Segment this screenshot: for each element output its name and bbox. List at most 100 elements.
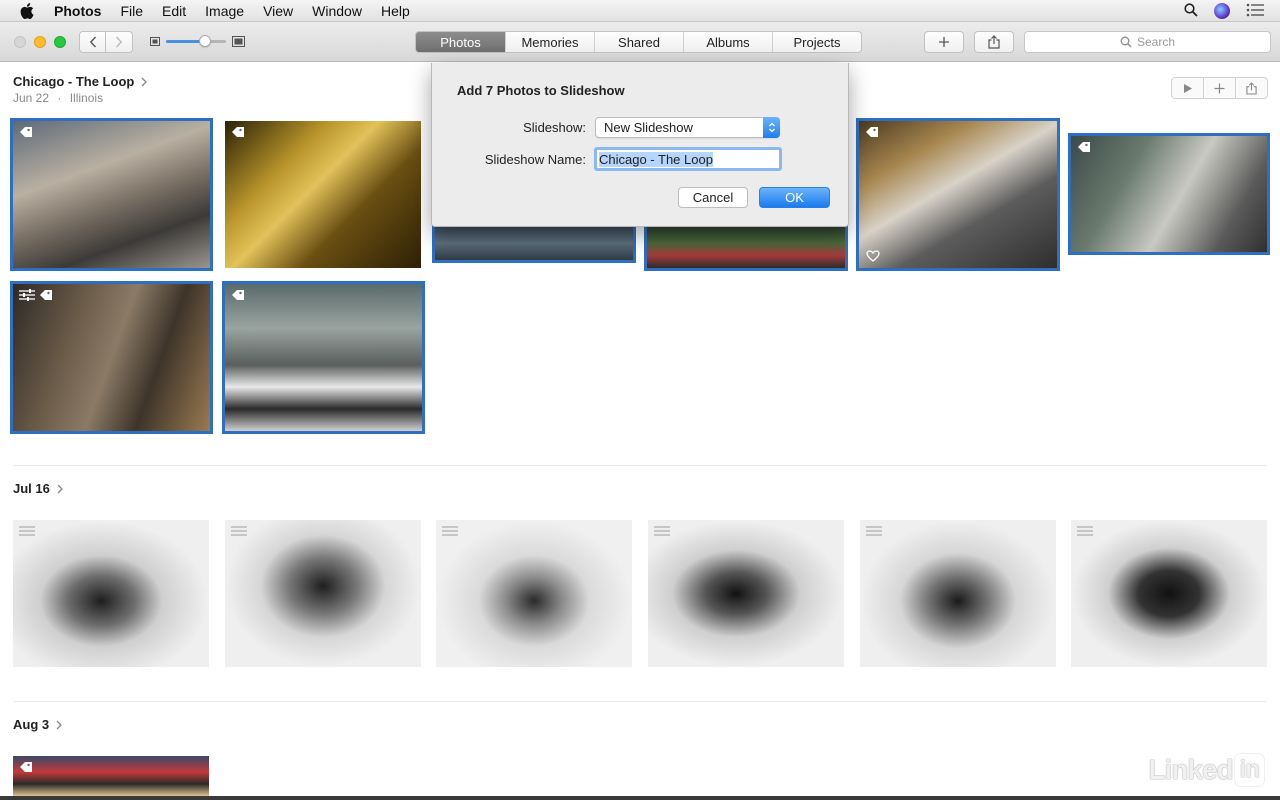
add-to-slideshow-dialog: Add 7 Photos to Slideshow Slideshow: New… (431, 63, 849, 227)
tab-albums[interactable]: Albums (683, 32, 772, 52)
photo-thumbnail[interactable] (432, 223, 636, 263)
photo-image (648, 520, 844, 667)
tab-projects[interactable]: Projects (772, 32, 861, 52)
section-location: Illinois (69, 91, 104, 105)
photo-image (435, 226, 633, 260)
select-arrows-icon (763, 117, 780, 138)
back-button[interactable] (79, 31, 106, 53)
slideshow-label: Slideshow: (523, 120, 586, 135)
linkedin-watermark: Linked in (1148, 754, 1264, 786)
menu-app-photos[interactable]: Photos (54, 3, 101, 19)
adjustments-icon (1077, 526, 1093, 536)
photo-thumbnail[interactable] (856, 118, 1060, 271)
keyword-tag-icon (20, 127, 32, 137)
photo-thumbnail[interactable] (225, 121, 421, 268)
photo-thumbnail[interactable] (644, 223, 848, 271)
photo-image (13, 284, 210, 431)
keyword-tag-icon (232, 127, 244, 137)
slideshow-select[interactable]: New Slideshow (595, 117, 780, 138)
photo-thumbnail[interactable] (225, 520, 421, 667)
section-title-jul16[interactable]: Jul 16 (13, 481, 63, 496)
zoom-slider[interactable] (150, 35, 245, 47)
notification-center-icon[interactable] (1246, 3, 1264, 20)
slideshow-name-label: Slideshow Name: (484, 152, 586, 167)
menu-image[interactable]: Image (205, 3, 244, 19)
section-title-chicago[interactable]: Chicago - The Loop (13, 74, 148, 89)
menu-edit[interactable]: Edit (162, 3, 186, 19)
cancel-button[interactable]: Cancel (678, 187, 748, 208)
share-icon (988, 35, 1000, 49)
section-divider (13, 701, 1267, 702)
photo-thumbnail[interactable] (860, 520, 1056, 667)
window-zoom-button[interactable] (54, 36, 66, 48)
slideshow-name-field[interactable]: Chicago - The Loop (594, 147, 782, 171)
photo-thumbnail[interactable] (222, 281, 425, 434)
keyword-tag-icon (866, 127, 878, 137)
adjustments-icon (442, 526, 458, 536)
photo-image (859, 121, 1057, 268)
dialog-title: Add 7 Photos to Slideshow (457, 83, 625, 98)
forward-button[interactable] (106, 31, 133, 53)
photo-thumbnail[interactable] (10, 118, 213, 271)
photo-image (436, 520, 632, 667)
slideshow-select-value: New Slideshow (604, 120, 693, 135)
search-icon (1120, 36, 1132, 48)
menu-bar: Photos File Edit Image View Window Help (0, 0, 1280, 22)
zoom-slider-knob[interactable] (199, 35, 211, 47)
section-share-button[interactable] (1235, 77, 1268, 99)
photo-image (225, 520, 421, 667)
large-photo-icon (232, 36, 245, 47)
photo-thumbnail[interactable] (1068, 133, 1270, 255)
section-actions (1171, 77, 1268, 99)
menu-file[interactable]: File (120, 3, 143, 19)
chevron-right-icon (115, 36, 123, 48)
navigation-buttons (79, 31, 133, 53)
spotlight-search-icon[interactable] (1184, 2, 1198, 20)
chevron-right-icon (141, 77, 148, 86)
ok-button[interactable]: OK (759, 187, 830, 208)
section-date: Jun 22 (13, 91, 50, 105)
view-tabs: Photos Memories Shared Albums Projects (415, 31, 862, 53)
slideshow-name-value: Chicago - The Loop (599, 151, 713, 167)
apple-menu-icon[interactable] (20, 2, 36, 19)
photo-thumbnail[interactable] (13, 756, 209, 796)
tab-memories[interactable]: Memories (505, 32, 594, 52)
window-minimize-button[interactable] (34, 36, 46, 48)
keyword-tag-icon (20, 762, 32, 772)
favorite-heart-icon[interactable] (866, 250, 880, 262)
photo-thumbnail[interactable] (648, 520, 844, 667)
chevron-right-icon (57, 484, 63, 493)
tab-photos[interactable]: Photos (416, 32, 505, 52)
chevron-right-icon (56, 720, 63, 729)
section-add-button[interactable] (1203, 77, 1236, 99)
keyword-tag-icon (232, 290, 244, 300)
menu-help[interactable]: Help (381, 3, 410, 19)
adjustments-icon (19, 526, 35, 536)
photo-thumbnail[interactable] (13, 520, 209, 667)
bottom-edge (0, 796, 1280, 800)
keyword-tag-icon (40, 290, 52, 300)
window-close-button[interactable] (14, 36, 26, 48)
section-subtitle: Jun 22 · Illinois (13, 91, 104, 105)
watermark-text: Linked (1148, 754, 1233, 785)
section-divider (13, 465, 1267, 466)
menu-view[interactable]: View (263, 3, 293, 19)
menu-window[interactable]: Window (312, 3, 362, 19)
share-button[interactable] (974, 31, 1014, 53)
photo-image (13, 121, 210, 268)
section-title-aug3[interactable]: Aug 3 (13, 717, 63, 732)
adjustments-icon (654, 526, 670, 536)
plus-icon (1214, 83, 1225, 93)
play-slideshow-button[interactable] (1171, 77, 1204, 99)
adjustments-icon (19, 289, 35, 301)
chevron-left-icon (89, 36, 96, 48)
tab-shared[interactable]: Shared (594, 32, 683, 52)
add-button[interactable] (924, 31, 964, 53)
siri-icon[interactable] (1214, 3, 1230, 19)
watermark-badge: in (1234, 754, 1264, 786)
photo-thumbnail[interactable] (436, 520, 632, 667)
zoom-slider-track[interactable] (166, 35, 226, 47)
search-input[interactable]: Search (1024, 31, 1271, 53)
photo-thumbnail[interactable] (10, 281, 213, 434)
photo-thumbnail[interactable] (1071, 520, 1267, 667)
